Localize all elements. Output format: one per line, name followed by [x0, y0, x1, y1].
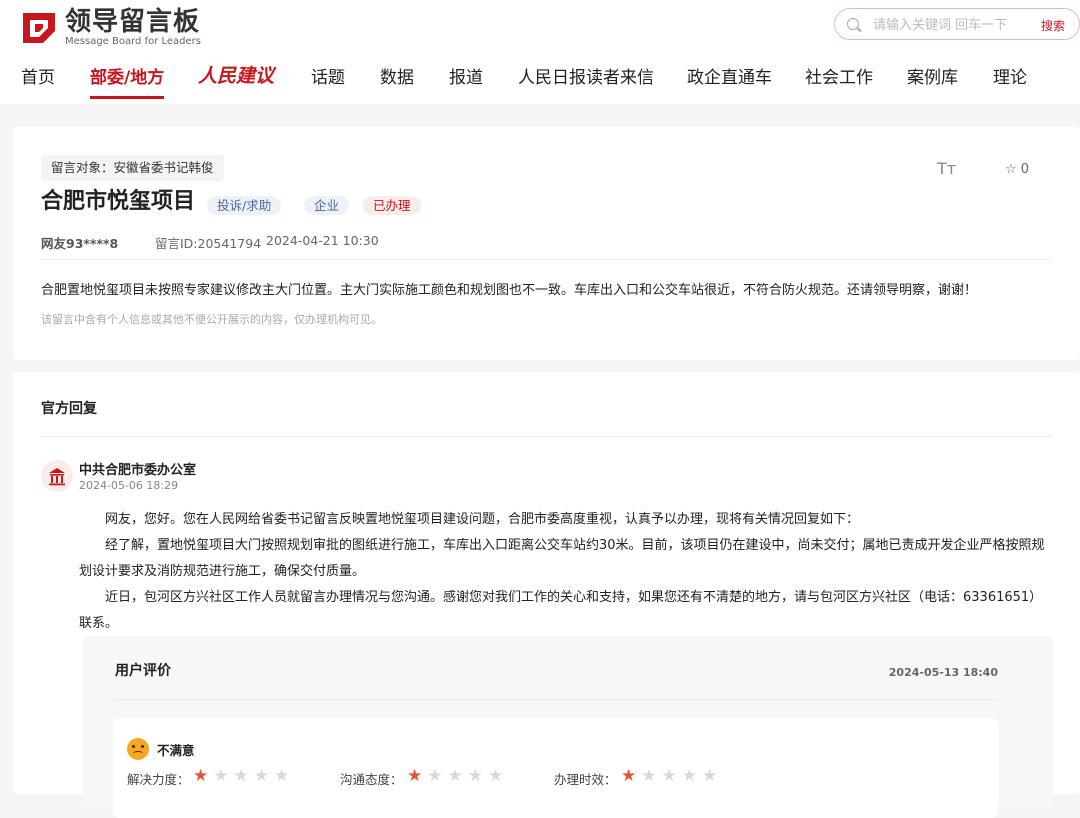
star-icon: ★ — [427, 766, 448, 786]
star-icon: ★ — [253, 766, 274, 786]
nav-item-case-library[interactable]: 案例库 — [907, 66, 958, 90]
star-icon: ★ — [213, 766, 234, 786]
star-icon: ★ — [641, 766, 662, 786]
reply-department: 中共合肥市委办公室 — [79, 463, 197, 478]
rating-stars-resolution: ★★★★★ — [193, 766, 294, 786]
logo-icon — [23, 13, 55, 43]
message-content: 合肥置地悦玺项目未按照专家建议修改主大门位置。主大门实际施工颜色和规划图也不一致… — [41, 283, 978, 298]
favorite-button[interactable]: ☆ 0 — [1005, 162, 1029, 177]
government-building-icon — [49, 468, 65, 486]
rating-stars-timeliness: ★★★★★ — [621, 766, 722, 786]
font-size-icon[interactable]: Tт — [937, 159, 956, 178]
evaluation-title: 用户评价 — [115, 663, 171, 679]
site-logo[interactable]: 领导留言板 Message Board for Leaders — [21, 8, 201, 48]
star-icon: ★ — [193, 766, 214, 786]
reply-card: 官方回复 中共合肥市委办公室 2024-05-06 18:29 网友，您好。您在… — [13, 372, 1080, 818]
reply-time: 2024-05-06 18:29 — [79, 479, 179, 492]
site-header: 领导留言板 Message Board for Leaders 搜索 首页 部委… — [0, 0, 1080, 104]
nav-item-social-work[interactable]: 社会工作 — [805, 66, 873, 90]
divider — [41, 259, 1051, 260]
nav-item-ministries-local[interactable]: 部委/地方 — [90, 66, 165, 99]
star-icon: ★ — [661, 766, 682, 786]
message-user: 网友93****8 — [41, 236, 119, 251]
star-icon: ★ — [447, 766, 468, 786]
message-target: 留言对象：安徽省委书记韩俊 — [41, 155, 224, 181]
search-icon — [847, 18, 859, 30]
logo-subtitle: Message Board for Leaders — [65, 36, 202, 47]
search-box: 搜索 — [834, 8, 1080, 40]
reply-paragraph: 经了解，置地悦玺项目大门按照规划审批的图纸进行施工，车库出入口距离公交车站约30… — [79, 538, 1045, 579]
star-icon: ★ — [467, 766, 488, 786]
nav-item-theory[interactable]: 理论 — [993, 66, 1027, 90]
tag-field[interactable]: 企业 — [304, 196, 350, 215]
nav-item-data[interactable]: 数据 — [380, 66, 414, 90]
star-outline-icon: ☆ — [1005, 162, 1017, 177]
avatar — [41, 460, 73, 492]
evaluation-verdict: 不满意 — [157, 743, 195, 758]
logo-title: 领导留言板 — [65, 7, 201, 37]
star-icon: ★ — [274, 766, 295, 786]
star-icon: ★ — [488, 766, 509, 786]
nav-item-readers-letters[interactable]: 人民日报读者来信 — [518, 66, 654, 90]
star-icon: ★ — [407, 766, 428, 786]
star-icon: ★ — [233, 766, 254, 786]
message-id: 留言ID:20541794 — [155, 236, 262, 251]
user-evaluation: 用户评价 2024-05-13 18:40 不满意 解决力度： ★★★★★ 沟通… — [83, 636, 1053, 818]
nav-item-topics[interactable]: 话题 — [311, 66, 345, 90]
tag-category[interactable]: 投诉/求助 — [207, 196, 282, 215]
nav-item-enterprise-express[interactable]: 政企直通车 — [687, 66, 772, 90]
rating-label-resolution: 解决力度： — [127, 772, 190, 787]
rating-stars-attitude: ★★★★★ — [407, 766, 508, 786]
evaluation-time: 2024-05-13 18:40 — [888, 666, 998, 679]
search-button[interactable]: 搜索 — [1041, 17, 1065, 34]
rating-label-timeliness: 办理时效： — [554, 772, 617, 787]
nav-item-home[interactable]: 首页 — [21, 66, 55, 90]
reply-section-title: 官方回复 — [41, 401, 97, 417]
nav-item-people-suggestion[interactable]: 人民建议 — [198, 64, 274, 88]
search-input[interactable] — [871, 15, 1031, 35]
message-card: 留言对象：安徽省委书记韩俊 Tт ☆ 0 合肥市悦玺项目 投诉/求助 企业 已办… — [13, 127, 1080, 360]
favorite-count: 0 — [1020, 162, 1030, 177]
evaluation-detail: 不满意 解决力度： ★★★★★ 沟通态度： ★★★★★ 办理时效： ★★★★★ — [113, 718, 998, 818]
star-icon: ★ — [621, 766, 642, 786]
reply-paragraph: 网友，您好。您在人民网给省委书记留言反映置地悦玺项目建设问题，合肥市委高度重视，… — [105, 512, 860, 527]
divider — [41, 436, 1053, 437]
star-icon: ★ — [681, 766, 702, 786]
status-badge: 已办理 — [363, 196, 421, 215]
message-time: 2024-04-21 10:30 — [266, 233, 379, 248]
privacy-note: 该留言中含有个人信息或其他不便公开展示的内容，仅办理机构可见。 — [41, 313, 382, 326]
reply-body: 网友，您好。您在人民网给省委书记留言反映置地悦玺项目建设问题，合肥市委高度重视，… — [79, 507, 1054, 637]
divider — [113, 699, 998, 700]
main-nav: 首页 部委/地方 人民建议 话题 数据 报道 人民日报读者来信 政企直通车 社会… — [0, 64, 1080, 99]
nav-item-reports[interactable]: 报道 — [449, 66, 483, 90]
reply-paragraph: 近日，包河区方兴社区工作人员就留言办理情况与您沟通。感谢您对我们工作的关心和支持… — [79, 590, 1043, 631]
message-title: 合肥市悦玺项目 — [41, 189, 196, 214]
unhappy-face-icon — [127, 738, 149, 760]
star-icon: ★ — [702, 766, 723, 786]
rating-label-attitude: 沟通态度： — [340, 772, 403, 787]
